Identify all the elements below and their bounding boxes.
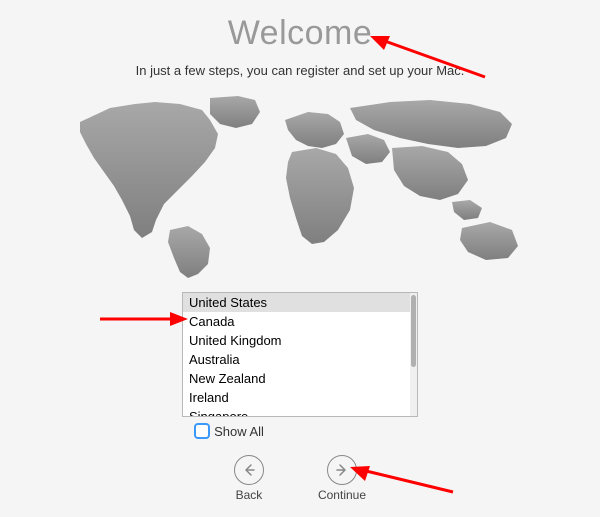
back-button[interactable]: Back — [234, 455, 264, 502]
arrow-left-icon — [234, 455, 264, 485]
show-all-checkbox[interactable] — [194, 423, 210, 439]
list-item[interactable]: Singapore — [183, 407, 410, 416]
page-title: Welcome — [228, 14, 373, 53]
list-item[interactable]: Canada — [183, 312, 410, 331]
list-item[interactable]: United Kingdom — [183, 331, 410, 350]
list-item[interactable]: New Zealand — [183, 369, 410, 388]
page-subtitle: In just a few steps, you can register an… — [136, 63, 465, 78]
list-item[interactable]: Australia — [183, 350, 410, 369]
back-label: Back — [236, 488, 263, 502]
world-map — [60, 90, 540, 280]
list-item[interactable]: United States — [183, 293, 410, 312]
continue-label: Continue — [318, 488, 366, 502]
continue-button[interactable]: Continue — [318, 455, 366, 502]
scrollbar-thumb[interactable] — [411, 295, 416, 367]
country-listbox[interactable]: United States Canada United Kingdom Aust… — [182, 292, 418, 417]
arrow-right-icon — [327, 455, 357, 485]
listbox-scrollbar[interactable] — [410, 293, 417, 416]
list-item[interactable]: Ireland — [183, 388, 410, 407]
show-all-label: Show All — [214, 424, 264, 439]
